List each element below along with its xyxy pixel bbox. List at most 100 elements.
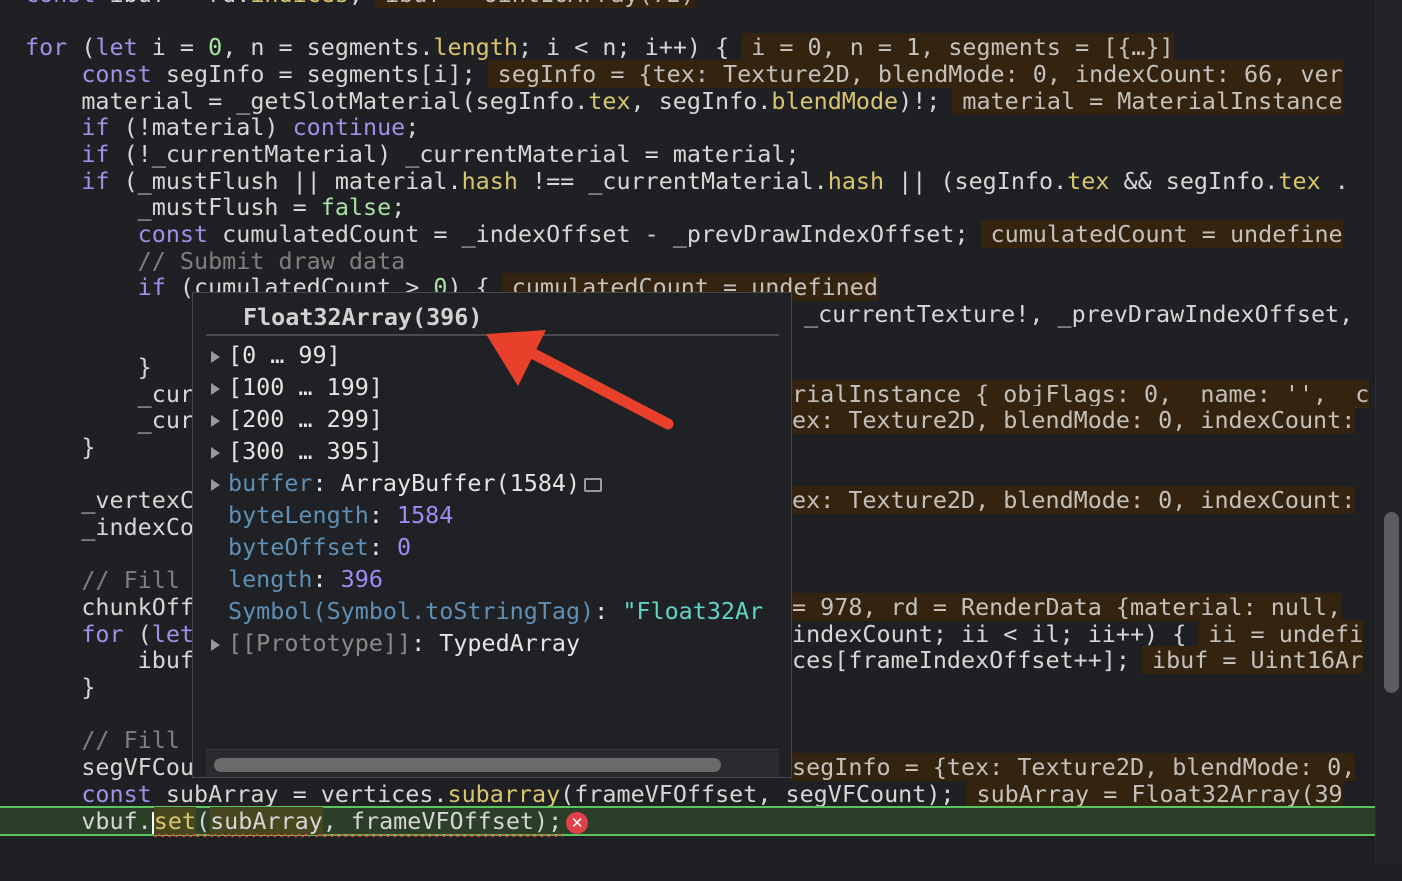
- colon: :: [411, 629, 440, 657]
- inline-debug-value: = 978, rd = RenderData {material: null,: [790, 592, 1342, 621]
- code-text: // Fill: [25, 727, 180, 754]
- code-token: .: [1320, 166, 1349, 195]
- scrollbar-thumb[interactable]: [214, 758, 721, 772]
- code-line: const ibuf = rd.indices;ibuf = Uint16Arr…: [0, 0, 1375, 8]
- code-text: const subArray = vertices.subarray(frame…: [25, 779, 1343, 808]
- code-text: // Fill: [25, 567, 180, 594]
- code-text-right: rialInstance {_objFlags: 0, _name: '', _…: [790, 379, 1370, 408]
- range-label: [0 … 99]: [228, 341, 341, 369]
- code-text: _vertexC: [25, 487, 194, 514]
- code-text: _cur: [25, 407, 194, 434]
- memory-inspector-icon[interactable]: [584, 477, 603, 492]
- code-token: _currentTexture!, _prevDrawIndexOffset,: [804, 299, 1354, 328]
- property-value: 0: [397, 533, 412, 561]
- property-toStringTag: Symbol(Symbol.toStringTag): "Float32Ar: [211, 595, 763, 627]
- property-key: Symbol(Symbol.toStringTag): [228, 597, 595, 625]
- code-token: segInfo = segments[i];: [151, 59, 476, 88]
- code-token: subarray: [447, 779, 561, 808]
- range-label: [200 … 299]: [228, 405, 383, 433]
- expand-triangle-icon[interactable]: [211, 638, 220, 651]
- inline-debug-value: material = MaterialInstance: [952, 86, 1343, 115]
- expand-triangle-icon[interactable]: [211, 350, 220, 363]
- property-byteOffset: byteOffset: 0: [211, 531, 411, 563]
- code-token: _indexCo: [25, 513, 194, 541]
- code-token: _vertexC: [25, 486, 194, 515]
- inline-debug-value: subArray = Float32Array(39: [966, 779, 1343, 808]
- code-token: _mustFlush =: [25, 193, 321, 222]
- code-token: segVFCou: [25, 752, 194, 781]
- property-buffer[interactable]: buffer: ArrayBuffer(1584): [211, 467, 603, 499]
- code-text: material = _getSlotMaterial(segInfo.tex,…: [25, 86, 1343, 115]
- inline-debug-value: segInfo = {tex: Texture2D, blendMode: 0,: [790, 752, 1356, 781]
- code-token: (: [123, 619, 152, 648]
- code-text: _cur: [25, 380, 194, 408]
- property-value: 1584: [397, 501, 454, 529]
- property-key: length: [228, 565, 313, 593]
- range-item-200[interactable]: [200 … 299]: [211, 403, 383, 435]
- code-text: for (let i = 0, n = segments.length; i <…: [25, 33, 1174, 62]
- code-line: _mustFlush = false;: [0, 194, 1375, 221]
- inline-debug-value: ibuf = Uint16Ar: [1141, 646, 1364, 675]
- code-token: set: [153, 807, 196, 836]
- code-token: // Fill: [25, 566, 180, 595]
- code-token: !== _currentMaterial.: [517, 166, 828, 195]
- property-value: "Float32Ar: [622, 597, 764, 625]
- code-token: material = _getSlotMaterial(segInfo.: [25, 86, 589, 115]
- range-item-300[interactable]: [300 … 395]: [211, 435, 383, 467]
- code-token: _cur: [25, 406, 194, 435]
- error-x-icon[interactable]: ✕: [566, 811, 589, 834]
- property-length: length: 396: [211, 563, 383, 595]
- colon: :: [368, 501, 397, 529]
- popup-title: Float32Array(396): [243, 303, 483, 331]
- range-item-0[interactable]: [0 … 99]: [211, 339, 341, 371]
- code-text: if (_mustFlush || material.hash !== _cur…: [25, 166, 1349, 195]
- colon: :: [312, 469, 341, 497]
- property-prototype[interactable]: [[Prototype]]: TypedArray: [211, 627, 580, 659]
- code-token: chunkOff: [25, 592, 194, 621]
- property-value: 396: [340, 565, 383, 593]
- code-token: false: [320, 193, 392, 222]
- code-token: vbuf.: [25, 807, 152, 836]
- range-label: [300 … 395]: [228, 437, 383, 465]
- expand-triangle-icon[interactable]: [211, 382, 220, 395]
- code-text: segVFCou: [25, 754, 194, 781]
- code-token: , segInfo.: [630, 86, 772, 115]
- scrollbar-thumb[interactable]: [1384, 512, 1399, 693]
- code-token: ;: [405, 113, 420, 142]
- code-token: tex: [1278, 166, 1321, 195]
- debug-hover-popup: Float32Array(396) [0 … 99] [100 … 199] […: [192, 292, 792, 778]
- code-token: if: [81, 166, 110, 195]
- code-token: if: [137, 273, 166, 302]
- code-line: const segInfo = segments[i]; segInfo = {t…: [0, 59, 1375, 88]
- active-execution-line: vbuf.set(subArray, frameVFOffset); ✕: [0, 806, 1375, 837]
- expand-triangle-icon[interactable]: [211, 414, 220, 427]
- expand-triangle-icon[interactable]: [211, 446, 220, 459]
- property-byteLength: byteLength: 1584: [211, 499, 453, 531]
- code-text: for (let: [25, 619, 195, 648]
- code-token: (: [67, 33, 96, 62]
- code-token: (!_currentMaterial) _currentMaterial = m…: [109, 139, 800, 168]
- expand-triangle-icon[interactable]: [211, 478, 220, 491]
- colon: :: [312, 565, 341, 593]
- code-text-right: ex: Texture2D, blendMode: 0, indexCount:: [790, 406, 1356, 435]
- code-line: if (_mustFlush || material.hash !== _cur…: [0, 166, 1375, 195]
- code-token: let: [151, 619, 195, 648]
- code-text: vbuf.set(subArray, frameVFOffset); ✕: [25, 807, 589, 836]
- inline-debug-value: segInfo = {tex: Texture2D, blendMode: 0,…: [487, 59, 1343, 88]
- popup-horizontal-scrollbar[interactable]: [206, 749, 779, 777]
- property-value: ArrayBuffer(1584): [340, 469, 581, 497]
- editor-vertical-scrollbar[interactable]: [1375, 0, 1402, 864]
- code-token: length: [433, 33, 518, 62]
- code-token: continue: [292, 113, 406, 142]
- range-item-100[interactable]: [100 … 199]: [211, 371, 383, 403]
- code-line: const subArray = vertices.subarray(frame…: [0, 779, 1375, 808]
- code-token: ces[frameIndexOffset++];: [792, 646, 1130, 675]
